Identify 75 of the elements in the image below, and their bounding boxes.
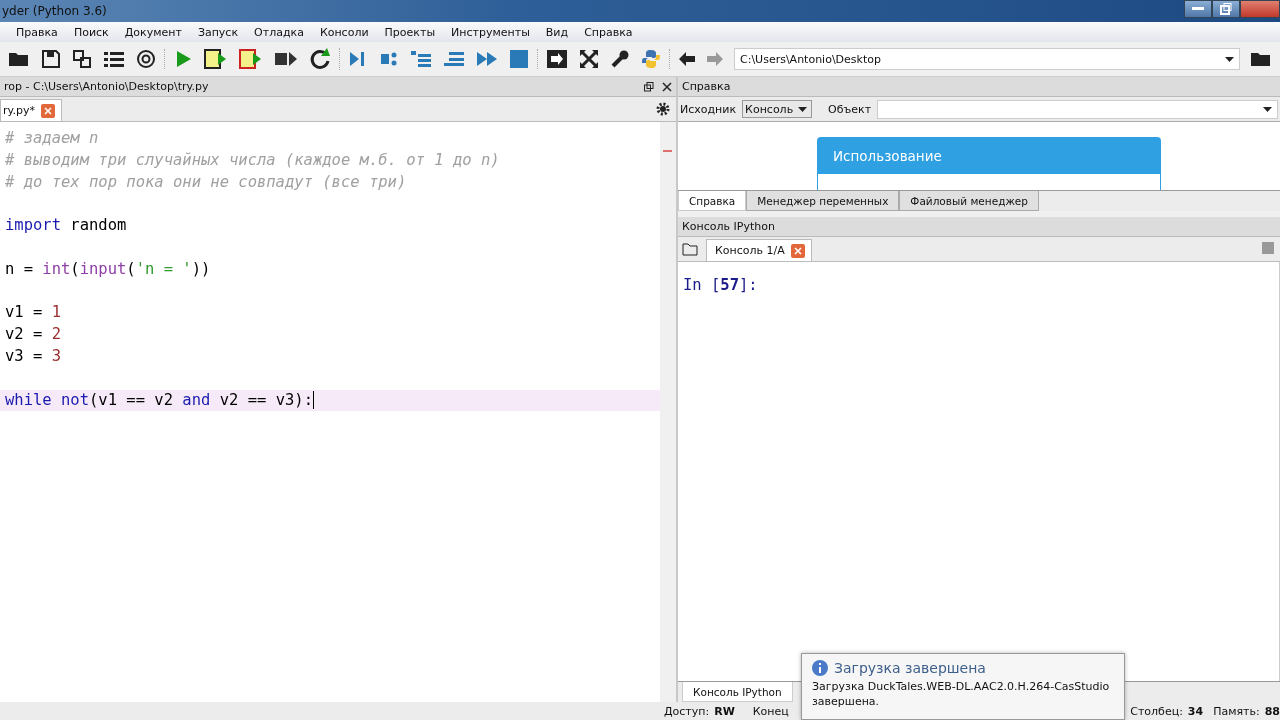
pane-title: Справка [682,80,731,93]
restore-icon [1220,3,1232,15]
caret-icon [798,106,808,112]
pane-title: Консоль IPython [682,220,775,233]
code-line: # до тех пор пока они не совпадут (все три) [4,171,407,193]
window-title: yder (Python 3.6) [1,4,107,18]
menu-item[interactable]: Проекты [376,25,444,39]
run-selection-icon[interactable] [274,49,298,69]
menu-item[interactable]: Консоли [311,25,377,39]
status-label: Столбец: [1130,704,1183,718]
list-icon[interactable] [103,50,125,68]
caret-icon [1263,106,1272,112]
minimize-icon [1192,7,1204,11]
object-label: Объект [827,102,873,116]
python-icon[interactable] [641,49,661,69]
folder-icon[interactable] [682,242,698,256]
path-combo[interactable]: C:\Users\Antonio\Desktop [734,48,1240,70]
notification-message: Загрузка DuckTales.WEB-DL.AAC2.0.H.264-CasStudio завершена. [812,679,1111,709]
caret-icon [1225,56,1234,62]
pane-tab[interactable]: Менеджер переменных [746,191,900,211]
close-icon[interactable] [662,81,672,92]
code-line: import random [4,215,127,237]
code-line: # выводим три случайных числа (каждое м.б. от 1 до n) [4,149,500,171]
pane-title: rop - C:\Users\Antonio\Desktop\try.py [4,80,209,93]
code-line: v2 = 2 [4,324,61,346]
info-icon [812,660,828,676]
status-label: Доступ: [664,704,710,718]
back-arrow-icon[interactable] [678,51,696,67]
source-label: Исходник [679,102,738,116]
menu-item[interactable]: Инструменты [443,25,538,39]
code-line: v3 = 3 [4,345,61,367]
menu-item[interactable]: Справка [576,25,641,39]
menu-item[interactable]: Запуск [189,25,247,39]
menu-item[interactable]: Поиск [65,25,117,39]
save-all-icon[interactable] [72,49,92,69]
folder-icon[interactable] [1250,50,1272,68]
pane-tab[interactable]: Файловый менеджер [899,191,1039,211]
menu-item[interactable]: Вид [537,25,577,39]
at-sign-icon[interactable] [136,49,156,69]
step-into-icon[interactable] [410,49,432,69]
run-cell-icon[interactable] [204,48,228,70]
close-button[interactable] [1240,0,1280,18]
card-title: Использование [818,138,1160,174]
pane-tab[interactable]: Справка [678,191,747,211]
code-line: n = int(input('n = ')) [4,258,211,280]
restore-button[interactable] [1212,0,1240,18]
minimize-button[interactable] [1184,0,1212,18]
menu-item[interactable]: Правка [8,25,66,39]
status-value: 88 [1264,704,1280,718]
wrench-icon[interactable] [610,49,630,69]
status-label: Конец [752,704,789,718]
code-line: # задаем n [4,128,99,149]
console-prompt: In [57]: [683,276,759,294]
status-value: 34 [1187,704,1204,718]
rerun-icon[interactable] [309,48,331,70]
step-return-icon[interactable] [443,49,465,69]
folder-icon[interactable] [8,50,30,68]
run-cell-advance-icon[interactable] [239,48,263,70]
maximize-pane-icon[interactable] [546,49,568,69]
source-dropdown[interactable]: Консоль [742,100,813,118]
settings-icon[interactable] [656,102,670,116]
undock-icon[interactable] [644,81,654,92]
fast-forward-icon[interactable] [476,49,498,69]
status-value: RW [714,704,735,718]
code-line: v1 = 1 [4,302,61,324]
pane-tab[interactable]: Консоль IPython [682,682,793,702]
stop-icon[interactable] [509,49,529,69]
save-icon[interactable] [41,49,61,69]
console-tab[interactable]: Консоль 1/A [706,239,812,261]
file-tab[interactable]: ry.py* [0,99,62,121]
menu-item[interactable]: Документ [116,25,190,39]
fullscreen-icon[interactable] [579,49,599,69]
menu-item[interactable]: Отладка [246,25,312,39]
status-label: Память: [1213,704,1260,718]
notification-title: Загрузка завершена [834,660,986,676]
